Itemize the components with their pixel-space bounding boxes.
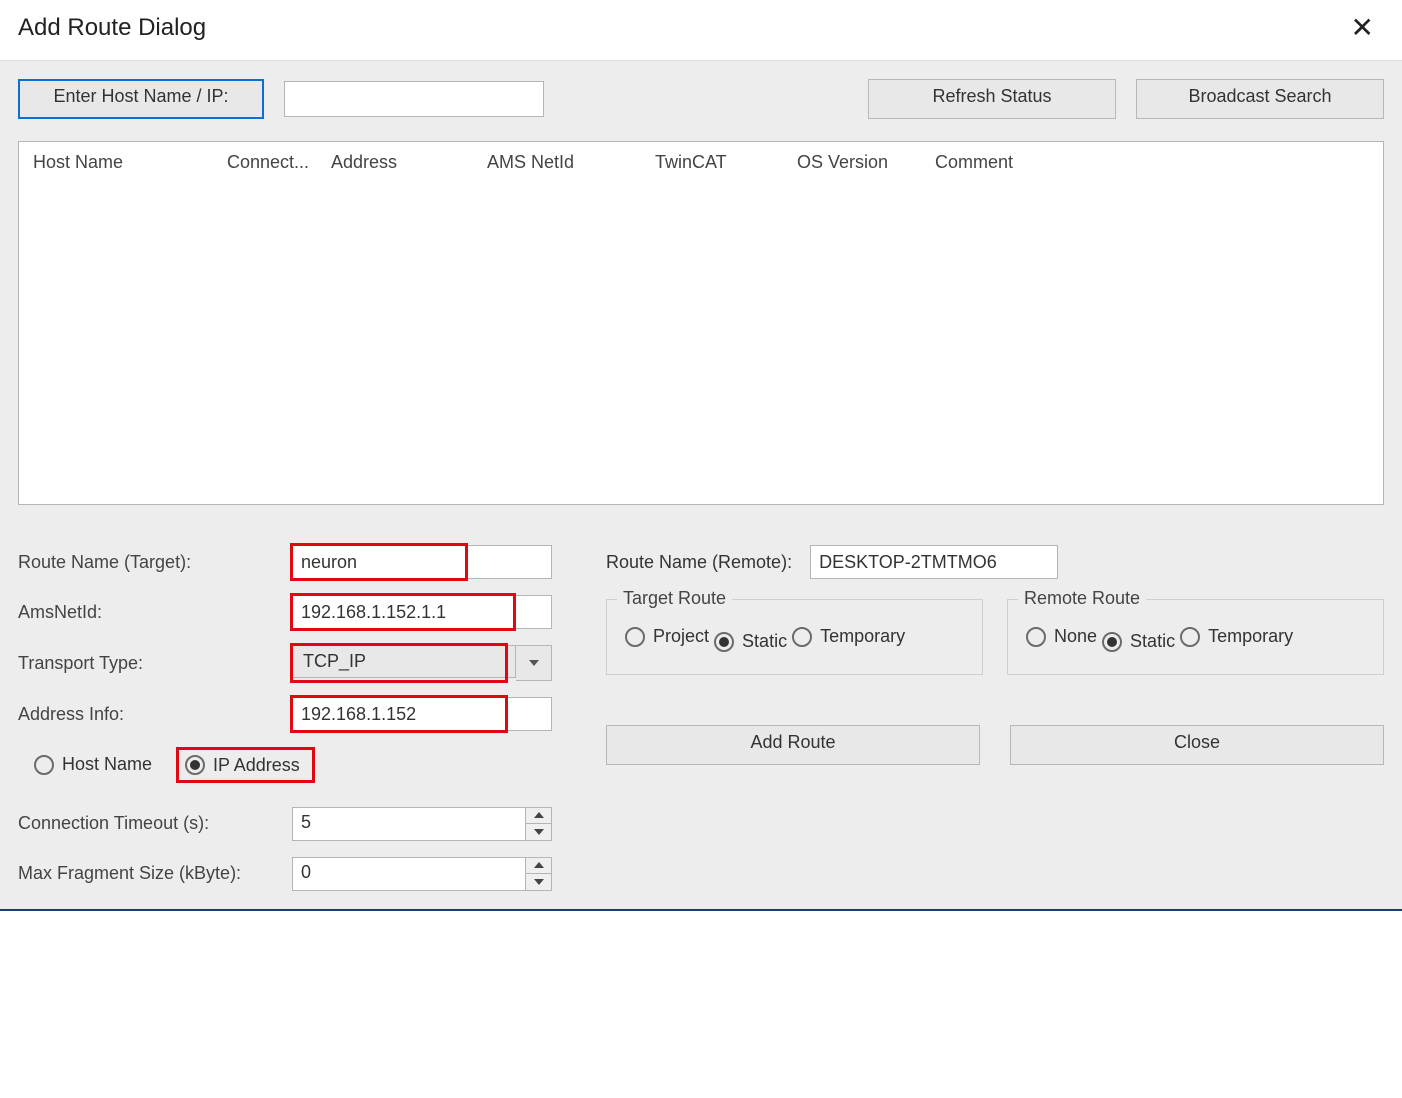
route-name-remote-label: Route Name (Remote): — [606, 552, 792, 573]
remote-route-temporary-radio[interactable]: Temporary — [1180, 626, 1293, 647]
address-mode-host-name-radio[interactable]: Host Name — [34, 754, 152, 775]
spin-up-icon[interactable] — [526, 858, 551, 874]
connection-timeout-stepper[interactable]: 5 — [292, 807, 552, 841]
col-comment[interactable]: Comment — [929, 152, 1375, 173]
transport-type-value: TCP_IP — [292, 645, 516, 678]
radio-label: None — [1054, 626, 1097, 647]
host-list-header: Host Name Connect... Address AMS NetId T… — [19, 142, 1383, 183]
radio-icon — [714, 632, 734, 652]
enter-host-button[interactable]: Enter Host Name / IP: — [18, 79, 264, 119]
amsnetid-field[interactable] — [292, 595, 552, 629]
radio-icon — [34, 755, 54, 775]
group-legend: Target Route — [617, 588, 732, 609]
radio-icon — [625, 627, 645, 647]
target-route-group: Target Route Project Static Temporary — [606, 599, 983, 675]
radio-label: IP Address — [213, 755, 300, 776]
address-info-field[interactable] — [292, 697, 552, 731]
spin-down-icon[interactable] — [526, 823, 551, 840]
connection-timeout-label: Connection Timeout (s): — [18, 813, 292, 834]
broadcast-search-button[interactable]: Broadcast Search — [1136, 79, 1384, 119]
max-fragment-size-label: Max Fragment Size (kByte): — [18, 863, 292, 884]
radio-label: Temporary — [820, 626, 905, 647]
titlebar: Add Route Dialog ✕ — [0, 0, 1402, 60]
remote-route-none-radio[interactable]: None — [1026, 626, 1097, 647]
address-mode-ip-address-radio[interactable]: IP Address — [185, 755, 300, 776]
radio-icon — [792, 627, 812, 647]
close-icon[interactable]: ✕ — [1341, 10, 1384, 46]
connection-timeout-value[interactable]: 5 — [292, 807, 526, 841]
chevron-down-icon[interactable] — [516, 645, 552, 681]
group-legend: Remote Route — [1018, 588, 1146, 609]
target-route-project-radio[interactable]: Project — [625, 626, 709, 647]
remote-route-static-radio[interactable]: Static — [1102, 631, 1175, 652]
top-row: Enter Host Name / IP: Refresh Status Bro… — [18, 79, 1384, 119]
col-address[interactable]: Address — [325, 152, 481, 173]
radio-icon — [1180, 627, 1200, 647]
dialog-title: Add Route Dialog — [18, 14, 206, 42]
col-os-version[interactable]: OS Version — [791, 152, 929, 173]
radio-label: Host Name — [62, 754, 152, 775]
transport-type-label: Transport Type: — [18, 653, 292, 674]
refresh-status-button[interactable]: Refresh Status — [868, 79, 1116, 119]
radio-label: Static — [742, 631, 787, 652]
radio-icon — [1026, 627, 1046, 647]
add-route-dialog: Add Route Dialog ✕ Enter Host Name / IP:… — [0, 0, 1402, 911]
route-name-target-label: Route Name (Target): — [18, 552, 292, 573]
max-fragment-size-stepper[interactable]: 0 — [292, 857, 552, 891]
radio-icon — [185, 755, 205, 775]
route-name-target-field[interactable] — [292, 545, 552, 579]
spin-up-icon[interactable] — [526, 808, 551, 824]
add-route-button[interactable]: Add Route — [606, 725, 980, 765]
transport-type-select[interactable]: TCP_IP — [292, 645, 552, 681]
col-twincat[interactable]: TwinCAT — [649, 152, 791, 173]
radio-label: Static — [1130, 631, 1175, 652]
col-host-name[interactable]: Host Name — [27, 152, 221, 173]
max-fragment-size-value[interactable]: 0 — [292, 857, 526, 891]
target-route-static-radio[interactable]: Static — [714, 631, 787, 652]
radio-label: Temporary — [1208, 626, 1293, 647]
radio-icon — [1102, 632, 1122, 652]
close-button[interactable]: Close — [1010, 725, 1384, 765]
address-info-label: Address Info: — [18, 704, 292, 725]
target-route-temporary-radio[interactable]: Temporary — [792, 626, 905, 647]
host-input[interactable] — [284, 81, 544, 117]
radio-label: Project — [653, 626, 709, 647]
spin-down-icon[interactable] — [526, 873, 551, 890]
remote-route-group: Remote Route None Static Temporary — [1007, 599, 1384, 675]
host-list[interactable]: Host Name Connect... Address AMS NetId T… — [18, 141, 1384, 505]
col-connected[interactable]: Connect... — [221, 152, 325, 173]
col-ams-netid[interactable]: AMS NetId — [481, 152, 649, 173]
route-name-remote-field[interactable] — [810, 545, 1058, 579]
amsnetid-label: AmsNetId: — [18, 602, 292, 623]
